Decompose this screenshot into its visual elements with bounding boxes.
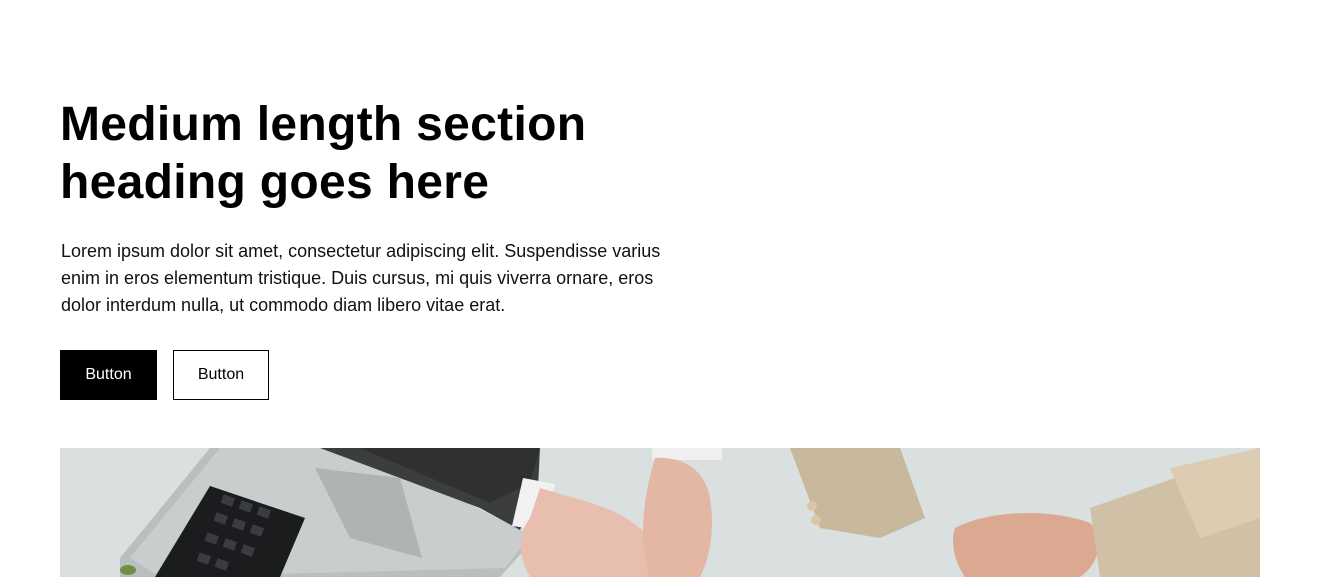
business-handshake-photo xyxy=(60,448,1260,577)
hero-content: Medium length section heading goes here … xyxy=(60,96,700,319)
section-heading: Medium length section heading goes here xyxy=(60,96,700,212)
secondary-button[interactable]: Button xyxy=(173,350,269,400)
button-group: Button Button xyxy=(60,350,269,400)
section-body-text: Lorem ipsum dolor sit amet, consectetur … xyxy=(61,241,661,315)
hero-image xyxy=(60,448,1260,577)
heading-line-1: Medium length section xyxy=(60,98,587,151)
heading-line-2: heading goes here xyxy=(60,156,490,209)
primary-button[interactable]: Button xyxy=(60,350,157,400)
hero-section: Medium length section heading goes here … xyxy=(0,0,1333,577)
